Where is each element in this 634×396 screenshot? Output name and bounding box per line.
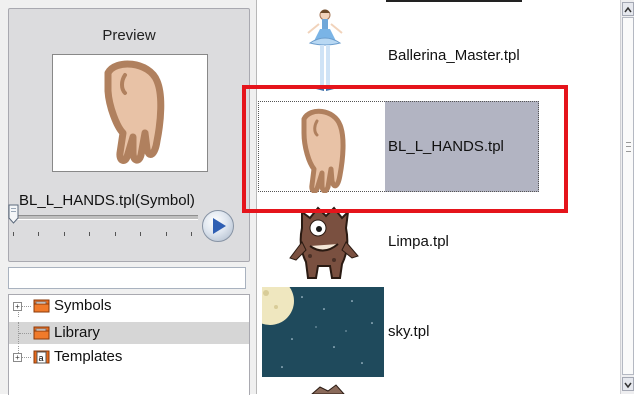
preview-title: Preview xyxy=(102,27,156,44)
template-folder-icon: a xyxy=(33,350,50,364)
scroll-grip xyxy=(626,142,631,152)
library-window: Preview BL_L_HANDS.tpl(Symbol) + Symbols… xyxy=(0,0,634,395)
scroll-up-button[interactable] xyxy=(622,2,634,16)
play-icon xyxy=(213,218,226,234)
search-input[interactable] xyxy=(8,267,246,289)
slider-tick xyxy=(89,232,90,236)
slider-tick xyxy=(166,232,167,236)
slider-tick xyxy=(13,232,14,236)
scroll-thumb[interactable] xyxy=(622,17,634,375)
tree-item-templates[interactable]: + a Templates xyxy=(9,346,249,368)
slider-tick xyxy=(140,232,141,236)
left-panel: Preview BL_L_HANDS.tpl(Symbol) + Symbols… xyxy=(0,0,257,395)
vertical-scrollbar[interactable] xyxy=(620,0,634,394)
slider-tick xyxy=(191,232,192,236)
template-name: Limpa.tpl xyxy=(388,233,449,250)
hand-drawing xyxy=(104,60,165,164)
symbol-name-label: BL_L_HANDS.tpl(Symbol) xyxy=(19,192,195,209)
tree-item-library[interactable]: Library xyxy=(9,322,249,344)
template-name: Ballerina_Master.tpl xyxy=(388,47,520,64)
folder-icon xyxy=(33,326,50,340)
ballerina-thumbnail xyxy=(307,9,343,91)
tree-item-label: Templates xyxy=(54,348,123,365)
svg-text:a: a xyxy=(39,353,44,363)
tree-item-label: Symbols xyxy=(54,297,112,314)
timeline-slider-thumb[interactable] xyxy=(8,204,19,224)
timeline-slider-track[interactable] xyxy=(12,215,198,220)
preview-image xyxy=(52,54,208,172)
expand-icon[interactable]: + xyxy=(13,302,22,311)
scroll-down-button[interactable] xyxy=(622,377,634,391)
annotation-highlight-box xyxy=(242,85,568,213)
tree-item-symbols[interactable]: + Symbols xyxy=(9,295,249,317)
template-item[interactable]: sky.tpl xyxy=(258,285,620,380)
next-item-thumbnail-partial xyxy=(311,384,345,394)
tree-item-label: Library xyxy=(54,324,100,341)
folder-icon xyxy=(33,299,50,313)
scroll-up-icon xyxy=(624,6,632,13)
play-button[interactable] xyxy=(202,210,234,242)
scroll-down-icon xyxy=(624,382,632,389)
slider-tick xyxy=(38,232,39,236)
expand-icon[interactable]: + xyxy=(13,353,22,362)
slider-tick xyxy=(115,232,116,236)
template-name: sky.tpl xyxy=(388,323,430,340)
library-tree: + Symbols Library + a Templates xyxy=(8,294,250,395)
slider-tick xyxy=(64,232,65,236)
night-sky-thumbnail xyxy=(262,287,384,377)
